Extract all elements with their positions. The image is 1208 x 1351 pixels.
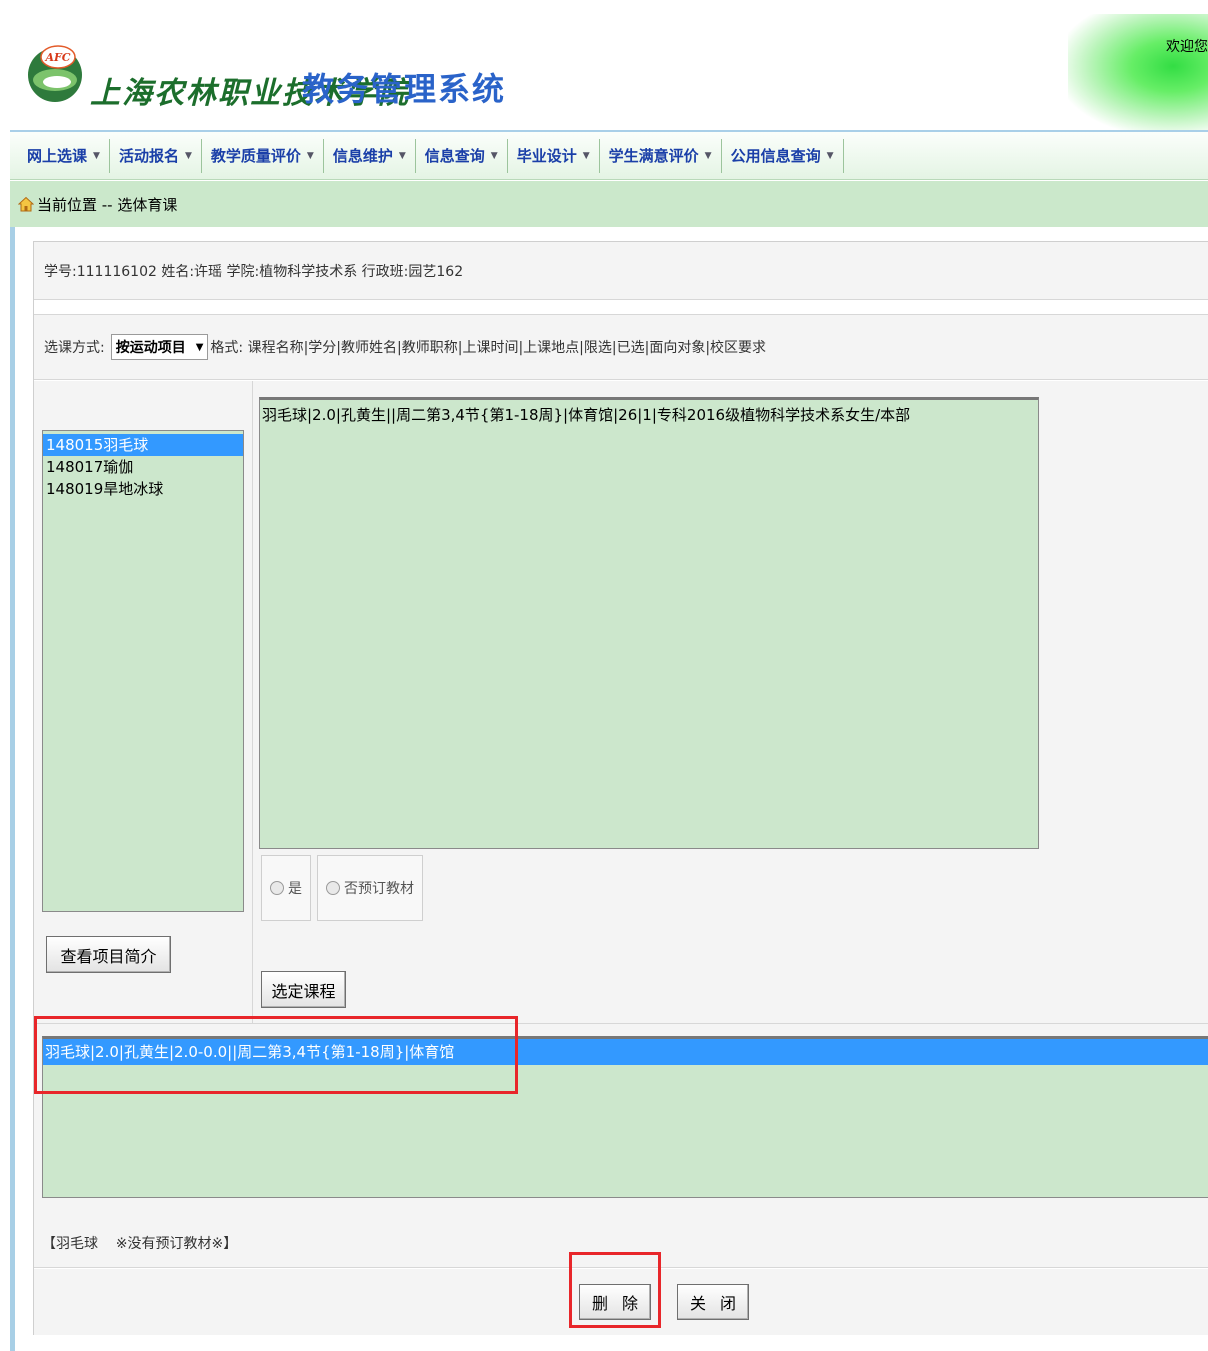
nav-item-info-query[interactable]: 信息查询 ▼ xyxy=(416,138,508,173)
nav-item-label: 信息查询 xyxy=(424,147,485,165)
selected-courses-listbox[interactable]: 羽毛球|2.0|孔黄生|2.0-0.0||周二第3,4节{第1-18周}|体育馆 xyxy=(42,1036,1208,1198)
triangle-down-icon: ▼ xyxy=(490,150,498,161)
main-nav: 网上选课 ▼ 活动报名 ▼ 教学质量评价 ▼ 信息维护 ▼ 信息查询 ▼ 毕业设… xyxy=(10,130,1208,180)
project-listbox[interactable]: 148015羽毛球 148017瑜伽 148019旱地冰球 xyxy=(42,430,244,912)
welcome-text: 欢迎您 xyxy=(1166,39,1208,55)
nav-item-label: 信息维护 xyxy=(332,147,393,165)
textbook-note-text: 【羽毛球 ※没有预订教材※】 xyxy=(42,1235,238,1252)
triangle-down-icon: ▼ xyxy=(306,150,314,161)
selected-courses-area: 羽毛球|2.0|孔黄生|2.0-0.0||周二第3,4节{第1-18周}|体育馆 xyxy=(34,1023,1208,1218)
textbook-no-option[interactable]: 否预订教材 xyxy=(317,855,423,921)
nav-item-public-info-query[interactable]: 公用信息查询 ▼ xyxy=(722,138,844,173)
school-logo-icon: AFC xyxy=(28,45,82,102)
triangle-down-icon: ▼ xyxy=(704,150,712,161)
nav-item-label: 教学质量评价 xyxy=(210,147,301,165)
close-button[interactable]: 关闭 xyxy=(677,1284,749,1320)
nav-item-label: 毕业设计 xyxy=(516,147,577,165)
nav-item-graduation-design[interactable]: 毕业设计 ▼ xyxy=(508,138,600,173)
selection-method-value: 按运动项目 xyxy=(115,340,186,356)
select-course-button[interactable]: 选定课程 xyxy=(261,971,346,1008)
selection-method-row: 选课方式: 按运动项目 ▼ 格式: 课程名称|学分|教师姓名|教师职称|上课时间… xyxy=(34,314,1208,380)
nav-item-activity-registration[interactable]: 活动报名 ▼ xyxy=(110,138,202,173)
textbook-yes-option[interactable]: 是 xyxy=(261,855,311,921)
selected-course-item[interactable]: 羽毛球|2.0|孔黄生|2.0-0.0||周二第3,4节{第1-18周}|体育馆 xyxy=(43,1039,1208,1065)
course-column: 羽毛球|2.0|孔黄生||周二第3,4节{第1-18周}|体育馆|26|1|专科… xyxy=(253,381,1208,1023)
triangle-down-icon: ▼ xyxy=(184,150,192,161)
list-item-floorball[interactable]: 148019旱地冰球 xyxy=(43,478,243,500)
content-frame: 学号:111116102 姓名:许瑶 学院:植物科学技术系 行政班:园艺162 … xyxy=(10,227,1208,1351)
view-project-intro-button[interactable]: 查看项目简介 xyxy=(46,936,171,973)
course-listbox[interactable]: 羽毛球|2.0|孔黄生||周二第3,4节{第1-18周}|体育馆|26|1|专科… xyxy=(259,397,1039,849)
radio-yes-label: 是 xyxy=(288,881,302,897)
list-item-yoga[interactable]: 148017瑜伽 xyxy=(43,456,243,478)
triangle-down-icon: ▼ xyxy=(398,150,406,161)
course-selection-panel: 学号:111116102 姓名:许瑶 学院:植物科学技术系 行政班:园艺162 … xyxy=(33,241,1208,1335)
format-hint-text: 格式: 课程名称|学分|教师姓名|教师职称|上课时间|上课地点|限选|已选|面向… xyxy=(210,340,767,356)
chevron-down-icon: ▼ xyxy=(195,341,204,353)
radio-yes[interactable] xyxy=(270,881,284,895)
header-decoration xyxy=(1068,14,1208,130)
nav-item-online-course-selection[interactable]: 网上选课 ▼ xyxy=(18,138,110,173)
nav-item-info-maintenance[interactable]: 信息维护 ▼ xyxy=(324,138,416,173)
breadcrumb-text: 当前位置 -- 选体育课 xyxy=(37,195,178,214)
selection-method-select[interactable]: 按运动项目 ▼ xyxy=(110,334,209,360)
delete-button[interactable]: 删除 xyxy=(579,1284,651,1320)
nav-item-label: 学生满意评价 xyxy=(608,147,699,165)
selection-method-label: 选课方式: xyxy=(44,340,105,356)
list-item-badminton[interactable]: 148015羽毛球 xyxy=(43,434,243,456)
nav-item-label: 网上选课 xyxy=(27,147,88,165)
triangle-down-icon: ▼ xyxy=(93,150,100,161)
breadcrumb: 当前位置 -- 选体育课 xyxy=(10,181,1208,227)
system-name: 教务管理系统 xyxy=(302,70,507,108)
triangle-down-icon: ▼ xyxy=(582,150,590,161)
nav-item-label: 活动报名 xyxy=(118,147,179,165)
radio-no-label: 否预订教材 xyxy=(344,881,414,897)
radio-no[interactable] xyxy=(326,881,340,895)
textbook-options: 是 否预订教材 xyxy=(261,855,423,921)
header: AFC 上海农林职业技术学院 教务管理系统 欢迎您 xyxy=(10,14,1208,130)
nav-item-teaching-evaluation[interactable]: 教学质量评价 ▼ xyxy=(202,138,324,173)
nav-item-label: 公用信息查询 xyxy=(730,147,821,165)
logo-text: AFC xyxy=(44,51,70,64)
home-icon xyxy=(18,196,34,212)
textbook-note-row: 【羽毛球 ※没有预订教材※】 xyxy=(34,1218,1208,1268)
list-item[interactable]: 羽毛球|2.0|孔黄生||周二第3,4节{第1-18周}|体育馆|26|1|专科… xyxy=(262,404,1036,425)
nav-item-student-satisfaction[interactable]: 学生满意评价 ▼ xyxy=(600,138,722,173)
project-column: 148015羽毛球 148017瑜伽 148019旱地冰球 查看项目简介 xyxy=(34,381,253,1023)
triangle-down-icon: ▼ xyxy=(826,150,834,161)
student-info-text: 学号:111116102 姓名:许瑶 学院:植物科学技术系 行政班:园艺162 xyxy=(44,263,464,280)
action-bar: 删除 关闭 xyxy=(34,1269,1208,1335)
student-info-row: 学号:111116102 姓名:许瑶 学院:植物科学技术系 行政班:园艺162 xyxy=(34,242,1208,300)
